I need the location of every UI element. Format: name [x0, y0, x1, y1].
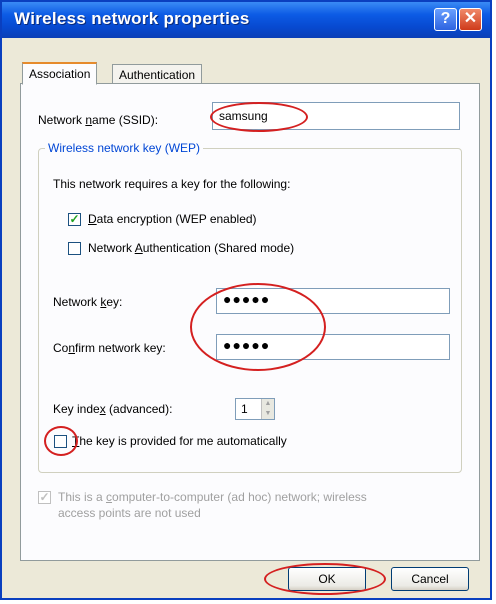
- wireless-properties-dialog: Wireless network properties ? ✕ Associat…: [0, 0, 492, 600]
- tab-association[interactable]: Association: [22, 62, 98, 85]
- network-authentication-label: Network Authentication (Shared mode): [88, 241, 295, 255]
- tab-authentication-label: Authentication: [119, 68, 196, 82]
- confirm-key-value: ●●●●●: [223, 337, 271, 353]
- key-index-label: Key index (advanced):: [53, 402, 173, 416]
- network-authentication-checkbox[interactable]: [68, 242, 81, 255]
- help-button[interactable]: ?: [434, 8, 457, 31]
- ssid-value: samsung: [219, 109, 268, 123]
- data-encryption-label: Data encryption (WEP enabled): [88, 212, 257, 226]
- network-key-value: ●●●●●: [223, 291, 271, 307]
- dialog-title: Wireless network properties: [14, 9, 250, 28]
- ssid-input[interactable]: samsung: [212, 102, 460, 130]
- confirm-key-input[interactable]: ●●●●●: [216, 334, 450, 360]
- key-index-spinner[interactable]: 1 ▲ ▼: [235, 398, 275, 420]
- auto-key-checkbox[interactable]: [54, 435, 67, 448]
- tab-authentication[interactable]: Authentication: [112, 64, 203, 84]
- wep-group-label: Wireless network key (WEP): [48, 141, 201, 155]
- auto-key-label: The key is provided for me automatically: [72, 434, 287, 448]
- network-key-input[interactable]: ●●●●●: [216, 288, 450, 314]
- adhoc-label-line1: This is a computer-to-computer (ad hoc) …: [58, 490, 367, 504]
- key-index-value: 1: [241, 402, 248, 416]
- network-key-label: Network key:: [53, 295, 123, 309]
- adhoc-checkbox[interactable]: ✓: [38, 491, 51, 504]
- cancel-button[interactable]: Cancel: [391, 567, 469, 591]
- tab-association-label: Association: [29, 67, 91, 81]
- ssid-label: Network name (SSID):: [38, 113, 159, 127]
- data-encryption-checkbox[interactable]: ✓: [68, 213, 81, 226]
- requires-key-text: This network requires a key for the foll…: [53, 177, 291, 191]
- spin-down-icon[interactable]: ▼: [261, 409, 274, 419]
- adhoc-label-line2: access points are not used: [58, 506, 201, 520]
- close-button[interactable]: ✕: [459, 8, 482, 31]
- ok-button[interactable]: OK: [288, 567, 366, 591]
- spin-up-icon[interactable]: ▲: [261, 399, 274, 409]
- title-bar: Wireless network properties ? ✕: [2, 2, 490, 38]
- confirm-key-label: Confirm network key:: [53, 341, 166, 355]
